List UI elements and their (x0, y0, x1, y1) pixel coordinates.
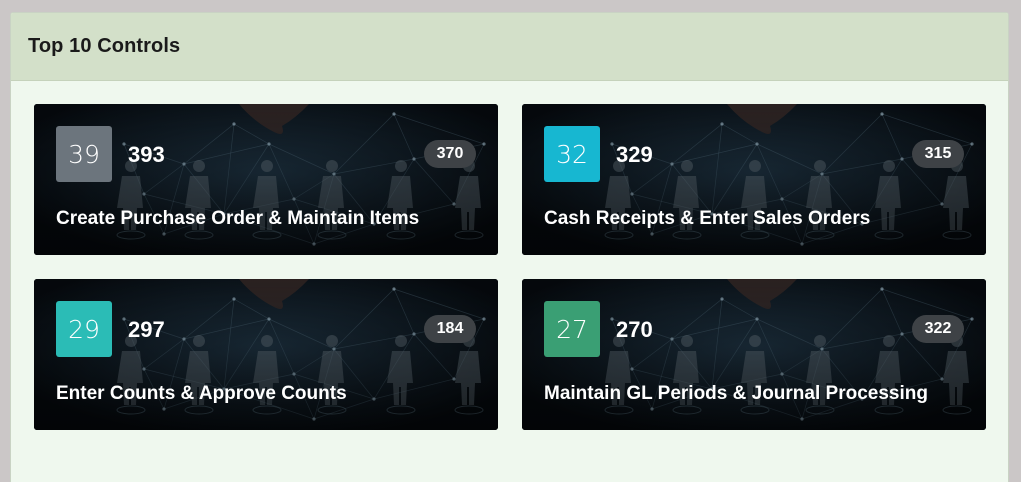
top-controls-panel: Top 10 Controls 39 393 370 Create Purcha… (10, 12, 1009, 482)
count-pill: 322 (912, 315, 964, 343)
control-name: Enter Counts & Approve Counts (56, 383, 347, 404)
count-pill: 315 (912, 140, 964, 168)
score-badge: 39 (56, 126, 112, 182)
control-name: Create Purchase Order & Maintain Items (56, 208, 420, 229)
total-value: 393 (128, 142, 165, 167)
score-badge: 27 (544, 301, 600, 357)
total-value: 270 (616, 317, 653, 342)
count-pill: 184 (424, 315, 476, 343)
count-pill: 370 (424, 140, 476, 168)
control-name: Maintain GL Periods & Journal Processing (544, 383, 928, 404)
score-badge: 32 (544, 126, 600, 182)
control-card[interactable]: 27 270 322 Maintain GL Periods & Journal… (522, 279, 986, 430)
control-name: Cash Receipts & Enter Sales Orders (544, 208, 871, 229)
score-badge: 29 (56, 301, 112, 357)
panel-title: Top 10 Controls (28, 35, 181, 57)
total-value: 297 (128, 317, 165, 342)
control-card[interactable]: 39 393 370 Create Purchase Order & Maint… (34, 104, 498, 255)
control-card[interactable]: 32 329 315 Cash Receipts & Enter Sales O… (522, 104, 986, 255)
panel-header: Top 10 Controls (11, 13, 1008, 81)
total-value: 329 (616, 142, 653, 167)
control-card[interactable]: 29 297 184 Enter Counts & Approve Counts (34, 279, 498, 430)
